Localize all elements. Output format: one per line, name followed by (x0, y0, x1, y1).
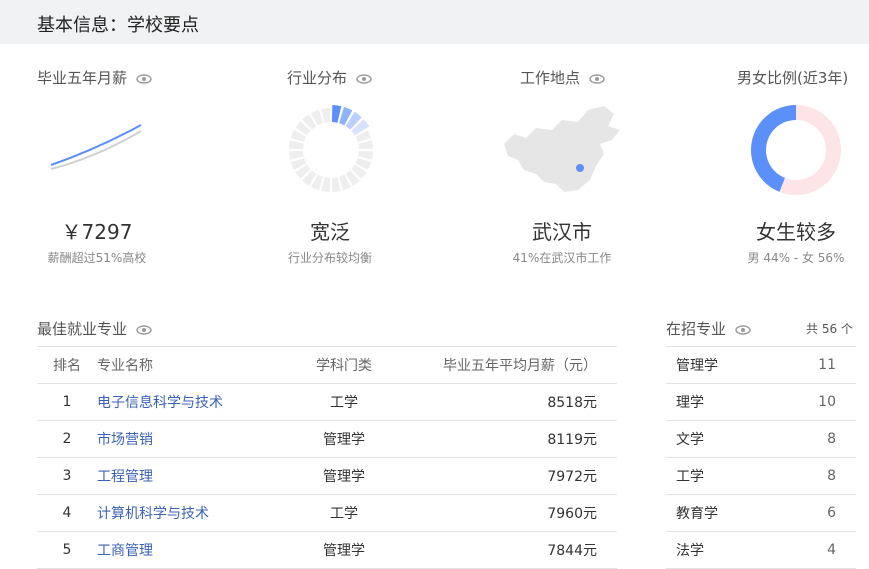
table-row: 5 工商管理 管理学 7844元 (37, 531, 617, 569)
enrolling-title: 在招专业 (666, 318, 751, 339)
category-count: 6 (775, 494, 856, 532)
industry-segment (358, 140, 373, 150)
rank-cell: 4 (37, 494, 97, 532)
list-item[interactable]: 工学 8 (666, 457, 856, 495)
col-name: 专业名称 (97, 346, 288, 384)
list-item[interactable]: 教育学 6 (666, 494, 856, 532)
best-majors-table: 排名 专业名称 学科门类 毕业五年平均月薪（元） 1 电子信息科学与技术 工学 … (37, 346, 617, 569)
enrolling-count: 共 56 个 (806, 322, 853, 336)
card-salary: 毕业五年月薪 ￥7297 薪酬超过51%高校 (37, 62, 237, 272)
industry-segment (331, 177, 341, 192)
location-marker (576, 164, 584, 172)
salary-cell: 7972元 (400, 457, 617, 495)
table-row: 1 电子信息科学与技术 工学 8518元 (37, 383, 617, 421)
category-name: 管理学 (666, 346, 776, 384)
category-cell: 管理学 (288, 457, 400, 495)
category-count: 8 (775, 457, 856, 495)
industry-segment (331, 105, 342, 123)
best-majors-title: 最佳就业专业 (37, 318, 152, 339)
eye-icon[interactable] (735, 324, 751, 335)
eye-icon[interactable] (136, 73, 152, 84)
list-item[interactable]: 文学 8 (666, 420, 856, 458)
category-name: 法学 (666, 531, 776, 569)
table-row: 2 市场营销 管理学 8119元 (37, 420, 617, 458)
category-name: 理学 (666, 383, 776, 421)
location-sub: 41%在武汉市工作 (512, 251, 612, 265)
category-count: 8 (775, 420, 856, 458)
rank-cell: 5 (37, 531, 97, 569)
male-slice (751, 105, 796, 192)
card-title-location-text: 工作地点 (520, 69, 581, 87)
salary-cell: 7844元 (400, 531, 617, 569)
best-majors-title-text: 最佳就业专业 (37, 320, 128, 338)
salary-line-icon (50, 124, 142, 170)
category-name: 教育学 (666, 494, 776, 532)
category-cell: 工学 (288, 494, 400, 532)
salary-cell: 8119元 (400, 420, 617, 458)
table-row: 3 工程管理 管理学 7972元 (37, 457, 617, 495)
table-header-row: 排名 专业名称 学科门类 毕业五年平均月薪（元） (37, 346, 617, 384)
enrolling-title-text: 在招专业 (666, 320, 727, 338)
eye-icon[interactable] (136, 324, 152, 335)
salary-cell: 8518元 (400, 383, 617, 421)
industry-sub: 行业分布较均衡 (287, 251, 372, 265)
list-item[interactable]: 理学 10 (666, 383, 856, 421)
major-link[interactable]: 计算机科学与技术 (97, 494, 288, 532)
industry-donut-icon (289, 105, 373, 192)
col-salary: 毕业五年平均月薪（元） (400, 346, 617, 384)
card-title-industry-text: 行业分布 (287, 69, 348, 87)
gender-donut-icon (751, 105, 841, 195)
major-link[interactable]: 工程管理 (97, 457, 288, 495)
industry-segment (321, 108, 331, 123)
rank-cell: 2 (37, 420, 97, 458)
category-name: 工学 (666, 457, 776, 495)
rank-cell: 1 (37, 383, 97, 421)
card-title-location: 工作地点 (520, 67, 605, 88)
major-link[interactable]: 市场营销 (97, 420, 288, 458)
category-name: 文学 (666, 420, 776, 458)
location-value: 武汉市 (532, 220, 592, 244)
category-cell: 工学 (288, 383, 400, 421)
card-title-salary: 毕业五年月薪 (37, 67, 152, 88)
industry-segment (321, 177, 331, 192)
industry-segment (289, 150, 304, 160)
eye-icon[interactable] (589, 73, 605, 84)
gender-sub: 男 44% - 女 56% (747, 251, 845, 265)
list-item[interactable]: 管理学 11 (666, 346, 856, 384)
gender-value: 女生较多 (756, 220, 836, 244)
col-rank: 排名 (37, 346, 97, 384)
major-link[interactable]: 电子信息科学与技术 (97, 383, 288, 421)
category-count: 10 (775, 383, 856, 421)
card-industry: 行业分布 宽泛 行业分布较均衡 (230, 62, 430, 272)
salary-value: ￥7297 (61, 220, 133, 244)
card-title-salary-text: 毕业五年月薪 (37, 69, 128, 87)
industry-segment (358, 150, 373, 160)
card-title-industry: 行业分布 (287, 67, 372, 88)
category-count: 4 (775, 531, 856, 569)
card-title-gender: 男女比例(近3年) (737, 67, 848, 88)
category-cell: 管理学 (288, 531, 400, 569)
col-category: 学科门类 (288, 346, 400, 384)
category-count: 11 (775, 346, 856, 384)
salary-cell: 7960元 (400, 494, 617, 532)
industry-value: 宽泛 (310, 220, 350, 244)
table-row: 4 计算机科学与技术 工学 7960元 (37, 494, 617, 532)
card-gender: 男女比例(近3年) 女生较多 男 44% - 女 56% (696, 62, 869, 272)
card-title-gender-text: 男女比例(近3年) (737, 69, 849, 87)
list-item[interactable]: 法学 4 (666, 531, 856, 569)
industry-segment (289, 140, 304, 150)
china-map-icon (504, 106, 620, 192)
enrolling-table: 管理学 11 理学 10 文学 8 工学 8 教育学 6 法学 4 (666, 346, 856, 569)
section-header: 基本信息：学校要点 (0, 0, 869, 44)
category-cell: 管理学 (288, 420, 400, 458)
major-link[interactable]: 工商管理 (97, 531, 288, 569)
salary-sub: 薪酬超过51%高校 (47, 251, 147, 265)
card-location: 工作地点 武汉市 41%在武汉市工作 (462, 62, 662, 272)
rank-cell: 3 (37, 457, 97, 495)
eye-icon[interactable] (356, 73, 372, 84)
section-title: 基本信息：学校要点 (37, 15, 199, 36)
